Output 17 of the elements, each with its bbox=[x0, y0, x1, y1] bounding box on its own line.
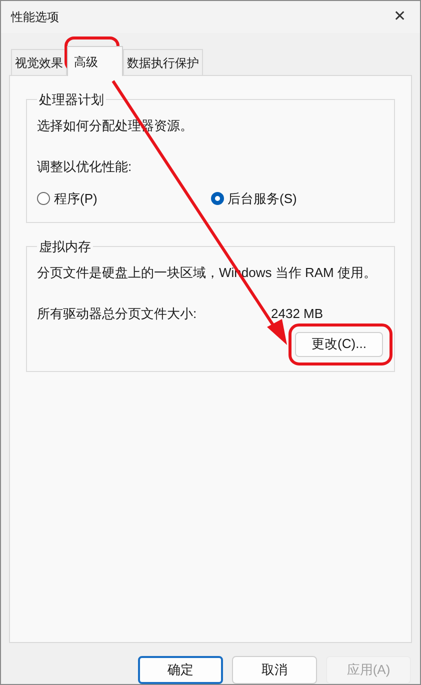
group-title: 虚拟内存 bbox=[38, 238, 92, 256]
dialog-button[interactable]: 取消 bbox=[232, 656, 317, 684]
tab[interactable]: 高级 bbox=[67, 46, 123, 76]
radio-option[interactable]: 后台服务(S) bbox=[210, 188, 384, 208]
radio-option[interactable]: 程序(P) bbox=[37, 188, 210, 208]
tab[interactable]: 视觉效果 bbox=[11, 49, 67, 75]
total-label: 所有驱动器总分页文件大小: bbox=[37, 305, 198, 323]
change-button[interactable]: 更改(C)... bbox=[295, 332, 383, 356]
prompt-text: 调整以优化性能: bbox=[37, 158, 133, 176]
window-title: 性能选项 bbox=[11, 9, 59, 26]
total-value: 2432 MB bbox=[271, 305, 324, 323]
close-button[interactable]: ✕ bbox=[380, 1, 420, 33]
radio-button[interactable] bbox=[37, 192, 50, 205]
radio-button[interactable] bbox=[210, 192, 224, 205]
tab[interactable]: 数据执行保护 bbox=[123, 49, 203, 75]
dialog-button[interactable]: 确定 bbox=[138, 656, 223, 684]
group-title: 处理器计划 bbox=[38, 91, 105, 109]
